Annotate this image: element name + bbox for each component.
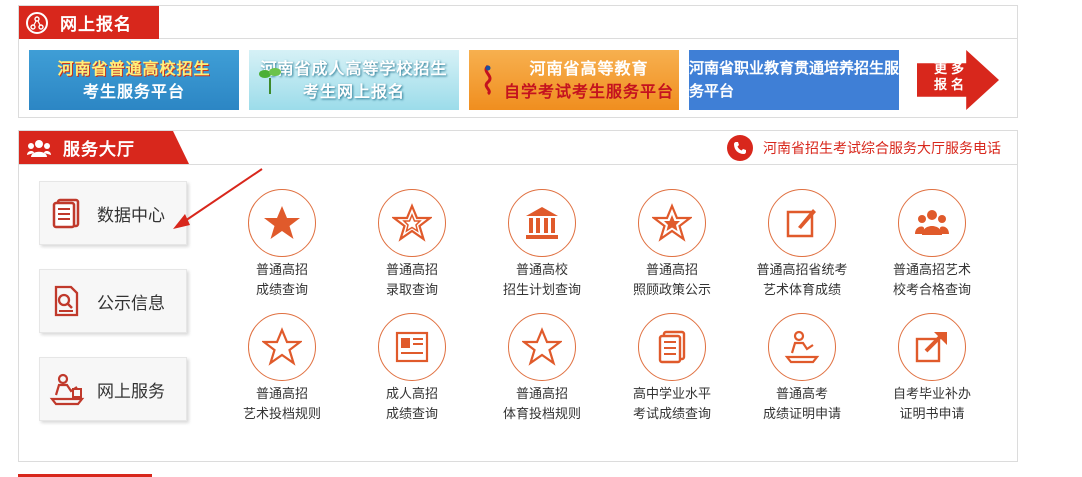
online-service-button[interactable]: 网上服务 bbox=[39, 357, 187, 421]
service-gaokao-score-query[interactable]: 普通高招 成绩查询 bbox=[222, 189, 342, 301]
panel-header-divider bbox=[19, 38, 1017, 39]
banner-general-college-admission[interactable]: 河南省普通高校招生 考生服务平台 bbox=[29, 50, 239, 110]
star-filled-icon bbox=[248, 189, 316, 257]
service-label-line1: 普通高招艺术 bbox=[892, 263, 971, 278]
banner-line: 考生服务平台 bbox=[82, 82, 185, 101]
public-notice-button[interactable]: 公示信息 bbox=[39, 269, 187, 333]
online-service-label: 网上服务 bbox=[97, 381, 165, 402]
service-art-school-exam-query[interactable]: 普通高招艺术 校考合格查询 bbox=[872, 189, 992, 301]
service-label-line1: 普通高招 bbox=[255, 263, 308, 278]
people-icon bbox=[27, 139, 51, 157]
service-label-line2: 照顾政策公示 bbox=[632, 283, 711, 298]
service-label-line1: 普通高考 bbox=[775, 387, 828, 402]
exam-logo-icon bbox=[484, 64, 492, 96]
service-label-line2: 体育投档规则 bbox=[502, 407, 581, 422]
service-label-line2: 考试成绩查询 bbox=[632, 407, 711, 422]
document-stack-icon bbox=[52, 198, 80, 229]
banner-line: 考生网上报名 bbox=[302, 82, 405, 101]
more-registration-label: 更多报名 bbox=[933, 62, 968, 93]
sprout-icon bbox=[259, 68, 281, 94]
star-outline-icon bbox=[508, 313, 576, 381]
online-registration-title: 网上报名 bbox=[60, 15, 132, 35]
service-label-line2: 成绩查询 bbox=[385, 407, 438, 422]
online-registration-tab: 网上报名 bbox=[19, 6, 159, 39]
service-label-line2: 艺术体育成绩 bbox=[762, 283, 841, 298]
service-hall-tab: 服务大厅 bbox=[19, 131, 189, 164]
service-academic-level-score[interactable]: 高中学业水平 考试成绩查询 bbox=[612, 313, 732, 425]
more-registration-button[interactable]: 更多报名 bbox=[917, 50, 999, 110]
data-center-button[interactable]: 数据中心 bbox=[39, 181, 187, 245]
star-badge-icon bbox=[638, 189, 706, 257]
share-arrow-icon bbox=[898, 313, 966, 381]
service-label-line1: 普通高招 bbox=[645, 263, 698, 278]
star-outline-icon bbox=[378, 189, 446, 257]
public-notice-label: 公示信息 bbox=[97, 293, 165, 314]
service-label-line1: 普通高招 bbox=[255, 387, 308, 402]
service-hall-panel: 服务大厅 河南省招生考试综合服务大厅服务电话 数据中心 公示信息 网上服务 普通… bbox=[18, 130, 1018, 462]
service-label-line1: 普通高招省统考 bbox=[756, 263, 848, 278]
phone-icon bbox=[727, 135, 753, 161]
banner-adult-college-admission[interactable]: 河南省成人高等学校招生 考生网上报名 bbox=[249, 50, 459, 110]
banner-self-study-exam[interactable]: 河南省高等教育 自学考试考生服务平台 bbox=[469, 50, 679, 110]
service-gaokao-admission-query[interactable]: 普通高招 录取查询 bbox=[352, 189, 472, 301]
service-label-line2: 录取查询 bbox=[385, 283, 438, 298]
service-hotline[interactable]: 河南省招生考试综合服务大厅服务电话 bbox=[727, 135, 1001, 161]
hotline-label: 河南省招生考试综合服务大厅服务电话 bbox=[763, 141, 1001, 157]
document-stack-icon bbox=[638, 313, 706, 381]
service-label-line2: 艺术投档规则 bbox=[242, 407, 321, 422]
service-label-line2: 校考合格查询 bbox=[892, 283, 971, 298]
group-icon bbox=[898, 189, 966, 257]
data-center-label: 数据中心 bbox=[97, 205, 165, 226]
institution-icon bbox=[508, 189, 576, 257]
registration-banners: 河南省普通高校招生 考生服务平台 河南省成人高等学校招生 考生网上报名 河南省高… bbox=[29, 50, 899, 110]
service-label-line1: 高中学业水平 bbox=[632, 387, 711, 402]
service-care-policy-notice[interactable]: 普通高招 照顾政策公示 bbox=[612, 189, 732, 301]
service-label-line1: 自考毕业补办 bbox=[892, 387, 971, 402]
banner-vocational-education[interactable]: 河南省职业教育贯通培养招生服务平台 bbox=[689, 50, 899, 110]
service-enrollment-plan-query[interactable]: 普通高校 招生计划查询 bbox=[482, 189, 602, 301]
service-adult-score-query[interactable]: 成人高招 成绩查询 bbox=[352, 313, 472, 425]
edit-icon bbox=[768, 189, 836, 257]
banner-line: 自学考试考生服务平台 bbox=[503, 82, 674, 101]
service-label-line2: 成绩证明申请 bbox=[762, 407, 841, 422]
person-at-desk-icon bbox=[768, 313, 836, 381]
service-label-line1: 普通高招 bbox=[385, 263, 438, 278]
banner-line: 河南省职业教育贯通培养招生服务平台 bbox=[689, 59, 900, 100]
banner-line: 河南省高等教育 bbox=[529, 59, 649, 78]
banner-line: 河南省普通高校招生 bbox=[57, 59, 211, 78]
service-label-line2: 成绩查询 bbox=[255, 283, 308, 298]
service-hall-title: 服务大厅 bbox=[63, 140, 135, 160]
banner-line: 河南省成人高等学校招生 bbox=[260, 59, 448, 78]
service-art-sports-score[interactable]: 普通高招省统考 艺术体育成绩 bbox=[742, 189, 862, 301]
service-label-line1: 普通高招 bbox=[515, 387, 568, 402]
panel-header-divider bbox=[19, 164, 1017, 165]
person-at-desk-icon bbox=[49, 373, 85, 406]
service-sports-filing-rules[interactable]: 普通高招 体育投档规则 bbox=[482, 313, 602, 425]
network-icon bbox=[26, 11, 48, 34]
online-registration-panel: 网上报名 河南省普通高校招生 考生服务平台 河南省成人高等学校招生 考生网上报名… bbox=[18, 5, 1018, 118]
service-label-line2: 证明书申请 bbox=[899, 407, 965, 422]
service-label-line2: 招生计划查询 bbox=[502, 283, 581, 298]
service-label-line1: 普通高校 bbox=[515, 263, 568, 278]
service-art-filing-rules[interactable]: 普通高招 艺术投档规则 bbox=[222, 313, 342, 425]
service-score-certificate-request[interactable]: 普通高考 成绩证明申请 bbox=[742, 313, 862, 425]
star-outline-icon bbox=[248, 313, 316, 381]
service-self-study-certificate-reissue[interactable]: 自考毕业补办 证明书申请 bbox=[872, 313, 992, 425]
certificate-icon bbox=[378, 313, 446, 381]
document-search-icon bbox=[54, 285, 79, 317]
service-label-line1: 成人高招 bbox=[385, 387, 438, 402]
